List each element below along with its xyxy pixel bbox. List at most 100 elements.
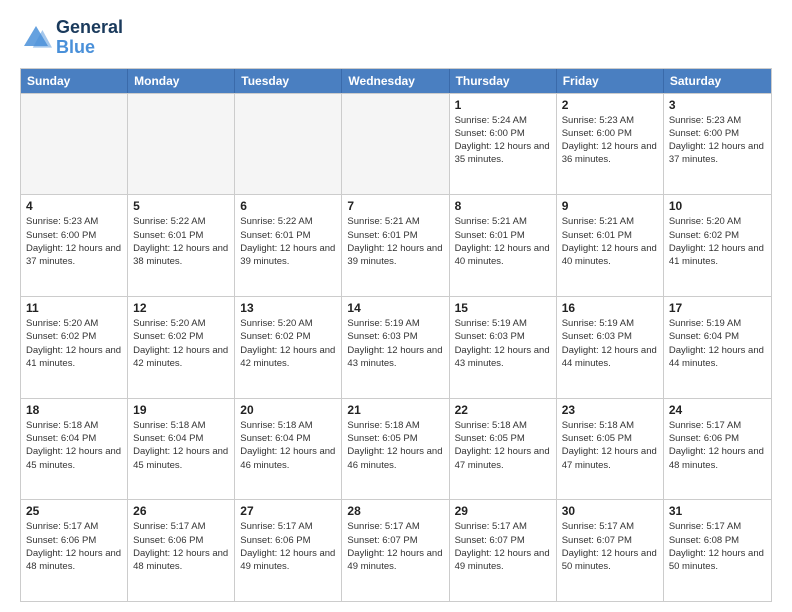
day-number: 26 bbox=[133, 504, 229, 518]
calendar-cell: 16 Sunrise: 5:19 AMSunset: 6:03 PMDayligh… bbox=[557, 297, 664, 398]
day-number: 3 bbox=[669, 98, 766, 112]
day-info: Sunrise: 5:17 AMSunset: 6:07 PMDaylight:… bbox=[347, 520, 443, 573]
logo: General Blue bbox=[20, 18, 123, 58]
day-info: Sunrise: 5:17 AMSunset: 6:07 PMDaylight:… bbox=[562, 520, 658, 573]
calendar-cell: 29 Sunrise: 5:17 AMSunset: 6:07 PMDayligh… bbox=[450, 500, 557, 601]
day-info: Sunrise: 5:18 AMSunset: 6:04 PMDaylight:… bbox=[240, 419, 336, 472]
calendar-cell: 28 Sunrise: 5:17 AMSunset: 6:07 PMDayligh… bbox=[342, 500, 449, 601]
day-info: Sunrise: 5:20 AMSunset: 6:02 PMDaylight:… bbox=[133, 317, 229, 370]
weekday-header-monday: Monday bbox=[128, 69, 235, 93]
day-number: 5 bbox=[133, 199, 229, 213]
day-number: 12 bbox=[133, 301, 229, 315]
calendar-cell: 3Sunrise: 5:23 AMSunset: 6:00 PMDaylight… bbox=[664, 94, 771, 195]
day-info: Sunrise: 5:17 AMSunset: 6:06 PMDaylight:… bbox=[133, 520, 229, 573]
day-info: Sunrise: 5:23 AMSunset: 6:00 PMDaylight:… bbox=[26, 215, 122, 268]
day-info: Sunrise: 5:18 AMSunset: 6:04 PMDaylight:… bbox=[26, 419, 122, 472]
day-info: Sunrise: 5:21 AMSunset: 6:01 PMDaylight:… bbox=[347, 215, 443, 268]
page: General Blue SundayMondayTuesdayWednesda… bbox=[0, 0, 792, 612]
weekday-header-saturday: Saturday bbox=[664, 69, 771, 93]
calendar-row-0: 1Sunrise: 5:24 AMSunset: 6:00 PMDaylight… bbox=[21, 93, 771, 195]
day-number: 21 bbox=[347, 403, 443, 417]
day-number: 16 bbox=[562, 301, 658, 315]
calendar-cell bbox=[128, 94, 235, 195]
day-info: Sunrise: 5:20 AMSunset: 6:02 PMDaylight:… bbox=[669, 215, 766, 268]
day-info: Sunrise: 5:17 AMSunset: 6:06 PMDaylight:… bbox=[26, 520, 122, 573]
weekday-header-tuesday: Tuesday bbox=[235, 69, 342, 93]
calendar-cell bbox=[21, 94, 128, 195]
day-number: 13 bbox=[240, 301, 336, 315]
day-info: Sunrise: 5:17 AMSunset: 6:06 PMDaylight:… bbox=[669, 419, 766, 472]
day-number: 17 bbox=[669, 301, 766, 315]
calendar-cell: 17 Sunrise: 5:19 AMSunset: 6:04 PMDayligh… bbox=[664, 297, 771, 398]
day-info: Sunrise: 5:17 AMSunset: 6:07 PMDaylight:… bbox=[455, 520, 551, 573]
calendar-cell: 15Sunrise: 5:19 AMSunset: 6:03 PMDayligh… bbox=[450, 297, 557, 398]
calendar-row-4: 25 Sunrise: 5:17 AMSunset: 6:06 PMDayligh… bbox=[21, 499, 771, 601]
day-number: 29 bbox=[455, 504, 551, 518]
day-info: Sunrise: 5:20 AMSunset: 6:02 PMDaylight:… bbox=[26, 317, 122, 370]
day-number: 30 bbox=[562, 504, 658, 518]
day-number: 24 bbox=[669, 403, 766, 417]
day-info: Sunrise: 5:19 AMSunset: 6:04 PMDaylight:… bbox=[669, 317, 766, 370]
calendar-cell: 7Sunrise: 5:21 AMSunset: 6:01 PMDaylight… bbox=[342, 195, 449, 296]
calendar-cell: 30 Sunrise: 5:17 AMSunset: 6:07 PMDayligh… bbox=[557, 500, 664, 601]
day-number: 1 bbox=[455, 98, 551, 112]
calendar-cell: 10Sunrise: 5:20 AMSunset: 6:02 PMDayligh… bbox=[664, 195, 771, 296]
day-number: 11 bbox=[26, 301, 122, 315]
calendar-cell: 1Sunrise: 5:24 AMSunset: 6:00 PMDaylight… bbox=[450, 94, 557, 195]
logo-icon bbox=[20, 22, 52, 54]
calendar-cell bbox=[342, 94, 449, 195]
weekday-header-friday: Friday bbox=[557, 69, 664, 93]
calendar-cell: 14 Sunrise: 5:19 AMSunset: 6:03 PMDayligh… bbox=[342, 297, 449, 398]
calendar-cell: 5Sunrise: 5:22 AMSunset: 6:01 PMDaylight… bbox=[128, 195, 235, 296]
day-info: Sunrise: 5:19 AMSunset: 6:03 PMDaylight:… bbox=[562, 317, 658, 370]
day-number: 2 bbox=[562, 98, 658, 112]
calendar-row-1: 4 Sunrise: 5:23 AMSunset: 6:00 PMDaylight… bbox=[21, 194, 771, 296]
day-number: 25 bbox=[26, 504, 122, 518]
day-info: Sunrise: 5:18 AMSunset: 6:04 PMDaylight:… bbox=[133, 419, 229, 472]
day-info: Sunrise: 5:18 AMSunset: 6:05 PMDaylight:… bbox=[562, 419, 658, 472]
calendar-cell: 4 Sunrise: 5:23 AMSunset: 6:00 PMDaylight… bbox=[21, 195, 128, 296]
day-number: 4 bbox=[26, 199, 122, 213]
day-info: Sunrise: 5:19 AMSunset: 6:03 PMDaylight:… bbox=[347, 317, 443, 370]
weekday-header-thursday: Thursday bbox=[450, 69, 557, 93]
calendar-row-2: 11 Sunrise: 5:20 AMSunset: 6:02 PMDayligh… bbox=[21, 296, 771, 398]
calendar-body: 1Sunrise: 5:24 AMSunset: 6:00 PMDaylight… bbox=[21, 93, 771, 601]
calendar-cell: 21Sunrise: 5:18 AMSunset: 6:05 PMDayligh… bbox=[342, 399, 449, 500]
day-number: 18 bbox=[26, 403, 122, 417]
calendar-cell: 18 Sunrise: 5:18 AMSunset: 6:04 PMDayligh… bbox=[21, 399, 128, 500]
day-number: 14 bbox=[347, 301, 443, 315]
calendar-cell: 19 Sunrise: 5:18 AMSunset: 6:04 PMDayligh… bbox=[128, 399, 235, 500]
day-info: Sunrise: 5:22 AMSunset: 6:01 PMDaylight:… bbox=[240, 215, 336, 268]
day-number: 6 bbox=[240, 199, 336, 213]
calendar: SundayMondayTuesdayWednesdayThursdayFrid… bbox=[20, 68, 772, 602]
day-info: Sunrise: 5:18 AMSunset: 6:05 PMDaylight:… bbox=[455, 419, 551, 472]
calendar-cell: 22Sunrise: 5:18 AMSunset: 6:05 PMDayligh… bbox=[450, 399, 557, 500]
calendar-cell: 20Sunrise: 5:18 AMSunset: 6:04 PMDayligh… bbox=[235, 399, 342, 500]
calendar-header: SundayMondayTuesdayWednesdayThursdayFrid… bbox=[21, 69, 771, 93]
calendar-cell: 6 Sunrise: 5:22 AMSunset: 6:01 PMDaylight… bbox=[235, 195, 342, 296]
day-number: 23 bbox=[562, 403, 658, 417]
calendar-row-3: 18 Sunrise: 5:18 AMSunset: 6:04 PMDayligh… bbox=[21, 398, 771, 500]
day-number: 31 bbox=[669, 504, 766, 518]
header: General Blue bbox=[20, 18, 772, 58]
calendar-cell: 11 Sunrise: 5:20 AMSunset: 6:02 PMDayligh… bbox=[21, 297, 128, 398]
day-info: Sunrise: 5:17 AMSunset: 6:08 PMDaylight:… bbox=[669, 520, 766, 573]
calendar-cell: 27 Sunrise: 5:17 AMSunset: 6:06 PMDayligh… bbox=[235, 500, 342, 601]
calendar-cell: 8 Sunrise: 5:21 AMSunset: 6:01 PMDaylight… bbox=[450, 195, 557, 296]
calendar-cell: 12 Sunrise: 5:20 AMSunset: 6:02 PMDayligh… bbox=[128, 297, 235, 398]
logo-text: General Blue bbox=[56, 18, 123, 58]
calendar-cell: 31 Sunrise: 5:17 AMSunset: 6:08 PMDayligh… bbox=[664, 500, 771, 601]
day-info: Sunrise: 5:21 AMSunset: 6:01 PMDaylight:… bbox=[455, 215, 551, 268]
day-number: 8 bbox=[455, 199, 551, 213]
day-number: 28 bbox=[347, 504, 443, 518]
day-info: Sunrise: 5:17 AMSunset: 6:06 PMDaylight:… bbox=[240, 520, 336, 573]
calendar-cell: 26 Sunrise: 5:17 AMSunset: 6:06 PMDayligh… bbox=[128, 500, 235, 601]
day-info: Sunrise: 5:21 AMSunset: 6:01 PMDaylight:… bbox=[562, 215, 658, 268]
day-number: 19 bbox=[133, 403, 229, 417]
calendar-cell: 25 Sunrise: 5:17 AMSunset: 6:06 PMDayligh… bbox=[21, 500, 128, 601]
day-number: 15 bbox=[455, 301, 551, 315]
calendar-cell: 9Sunrise: 5:21 AMSunset: 6:01 PMDaylight… bbox=[557, 195, 664, 296]
calendar-cell: 2Sunrise: 5:23 AMSunset: 6:00 PMDaylight… bbox=[557, 94, 664, 195]
calendar-cell: 23 Sunrise: 5:18 AMSunset: 6:05 PMDayligh… bbox=[557, 399, 664, 500]
day-number: 27 bbox=[240, 504, 336, 518]
